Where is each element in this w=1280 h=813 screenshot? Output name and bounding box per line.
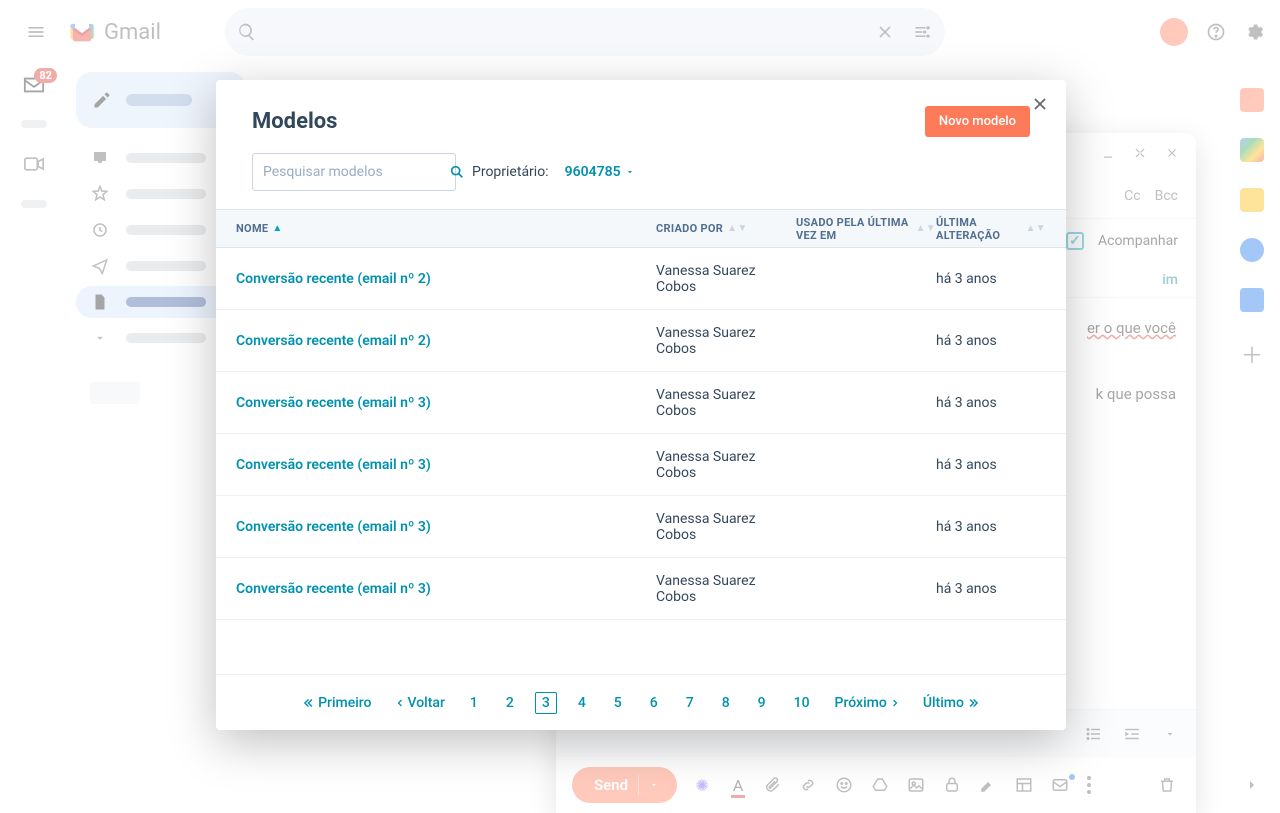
owner-filter-dropdown[interactable]: 9604785 (565, 164, 635, 180)
page-next[interactable]: Próximo (831, 693, 905, 713)
template-last-mod: há 3 anos (936, 271, 1046, 287)
col-header-last-used[interactable]: USADO PELA ÚLTIMA VEZ EM ▲▼ (796, 216, 936, 242)
new-template-button[interactable]: Novo modelo (925, 106, 1030, 137)
table-header: NOME ▲ CRIADO POR ▲▼ USADO PELA ÚLTIMA V… (216, 210, 1066, 248)
col-header-name[interactable]: NOME ▲ (236, 222, 656, 235)
page-number[interactable]: 5 (607, 692, 629, 714)
template-last-mod: há 3 anos (936, 395, 1046, 411)
table-row: Conversão recente (email nº 3)Vanessa Su… (216, 372, 1066, 434)
template-name-link[interactable]: Conversão recente (email nº 2) (236, 333, 656, 349)
page-number[interactable]: 3 (535, 692, 557, 714)
template-search[interactable] (252, 153, 456, 191)
page-last[interactable]: Último (919, 693, 984, 713)
template-created-by: Vanessa Suarez Cobos (656, 449, 796, 481)
templates-table: NOME ▲ CRIADO POR ▲▼ USADO PELA ÚLTIMA V… (216, 209, 1066, 674)
template-name-link[interactable]: Conversão recente (email nº 3) (236, 395, 656, 411)
template-name-link[interactable]: Conversão recente (email nº 3) (236, 519, 656, 535)
template-last-mod: há 3 anos (936, 333, 1046, 349)
template-last-mod: há 3 anos (936, 457, 1046, 473)
table-row: Conversão recente (email nº 2)Vanessa Su… (216, 310, 1066, 372)
owner-filter-label: Proprietário: (472, 164, 549, 180)
template-created-by: Vanessa Suarez Cobos (656, 387, 796, 419)
template-last-mod: há 3 anos (936, 581, 1046, 597)
template-created-by: Vanessa Suarez Cobos (656, 573, 796, 605)
sort-icon: ▲▼ (727, 224, 747, 234)
templates-modal: Modelos Novo modelo Proprietário: 960478… (216, 80, 1066, 730)
table-row: Conversão recente (email nº 3)Vanessa Su… (216, 496, 1066, 558)
search-icon (449, 164, 465, 180)
table-row: Conversão recente (email nº 2)Vanessa Su… (216, 248, 1066, 310)
page-number[interactable]: 1 (463, 692, 485, 714)
page-number[interactable]: 8 (715, 692, 737, 714)
template-created-by: Vanessa Suarez Cobos (656, 325, 796, 357)
template-last-mod: há 3 anos (936, 519, 1046, 535)
sort-icon: ▲▼ (1026, 224, 1046, 234)
sort-asc-icon: ▲ (272, 224, 282, 234)
modal-title: Modelos (252, 109, 338, 134)
sort-icon: ▲▼ (916, 224, 936, 234)
template-created-by: Vanessa Suarez Cobos (656, 511, 796, 543)
col-header-last-mod[interactable]: ÚLTIMA ALTERAÇÃO ▲▼ (936, 216, 1046, 242)
page-prev[interactable]: Voltar (390, 693, 449, 713)
template-name-link[interactable]: Conversão recente (email nº 2) (236, 271, 656, 287)
col-header-created-by[interactable]: CRIADO POR ▲▼ (656, 222, 796, 235)
template-search-input[interactable] (263, 164, 441, 180)
table-row: Conversão recente (email nº 3)Vanessa Su… (216, 434, 1066, 496)
modal-close-button[interactable] (1030, 94, 1050, 114)
page-number[interactable]: 9 (751, 692, 773, 714)
page-number[interactable]: 2 (499, 692, 521, 714)
pagination: Primeiro Voltar 123456789 10 Próximo Últi… (216, 674, 1066, 730)
template-name-link[interactable]: Conversão recente (email nº 3) (236, 581, 656, 597)
table-row: Conversão recente (email nº 3)Vanessa Su… (216, 558, 1066, 620)
page-number[interactable]: 10 (787, 692, 817, 714)
template-created-by: Vanessa Suarez Cobos (656, 263, 796, 295)
page-number[interactable]: 4 (571, 692, 593, 714)
page-number[interactable]: 6 (643, 692, 665, 714)
owner-filter-value: 9604785 (565, 164, 621, 180)
page-number[interactable]: 7 (679, 692, 701, 714)
template-name-link[interactable]: Conversão recente (email nº 3) (236, 457, 656, 473)
page-first[interactable]: Primeiro (298, 693, 375, 713)
